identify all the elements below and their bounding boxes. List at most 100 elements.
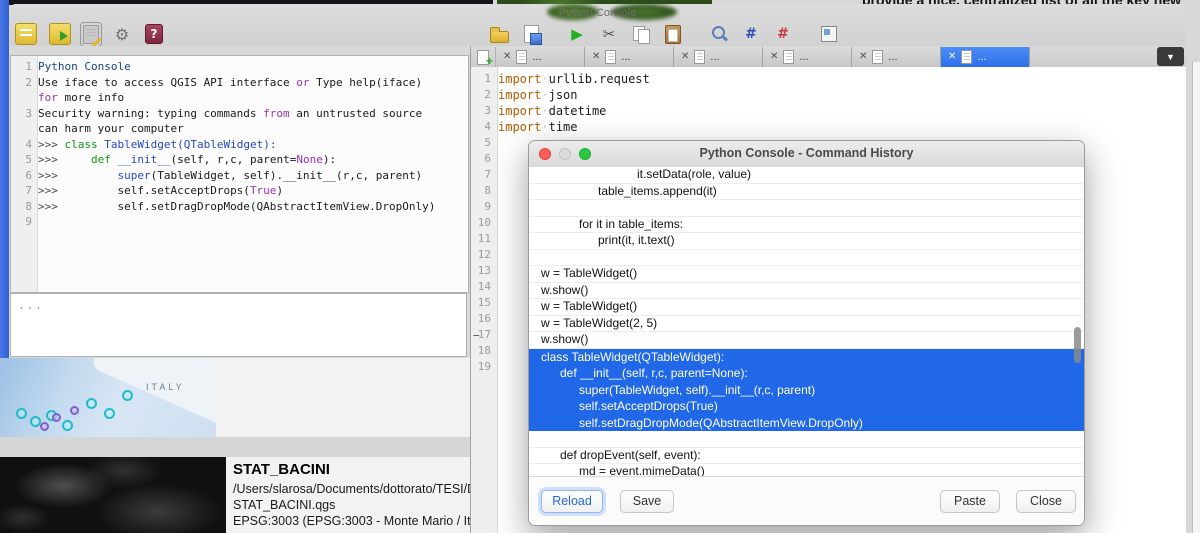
editor-tab[interactable]: ✕...	[585, 47, 674, 67]
history-row[interactable]: table_items.append(it)	[529, 184, 1084, 201]
show-editor-icon[interactable]	[83, 25, 99, 44]
code-line: 3Security warning: typing commands from …	[11, 106, 468, 122]
line-number: 19	[471, 359, 498, 375]
tab-close-icon[interactable]: ✕	[592, 52, 600, 62]
run-script-icon[interactable]: ▶	[566, 23, 588, 45]
scrollbar-thumb[interactable]	[1074, 327, 1081, 363]
document-icon	[516, 50, 527, 64]
window-title: Python Console	[9, 7, 1186, 19]
history-row[interactable]: def __init__(self, r,c, parent=None):	[529, 365, 1084, 382]
tab-label: ...	[710, 51, 719, 63]
code-line: 1Python Console	[11, 59, 468, 75]
tab-overflow-button[interactable]: ▼	[1157, 47, 1184, 66]
history-row[interactable]: super(TableWidget, self).__init__(r,c, p…	[529, 382, 1084, 399]
editor-toolbar: ▶ ✂ # #	[488, 21, 840, 47]
history-row[interactable]: it.setData(role, value)	[529, 167, 1084, 184]
fold-marker[interactable]: −	[473, 329, 480, 342]
console-output-lines: 1Python Console2Use iface to access QGIS…	[11, 59, 468, 230]
tab-label: ...	[799, 51, 808, 63]
code-line: 4>>> class TableWidget(QTableWidget):	[11, 137, 468, 153]
comment-icon[interactable]: #	[740, 23, 762, 45]
line-number: 16	[471, 311, 498, 327]
plus-icon: +	[486, 56, 493, 66]
code-text: import·urllib.request	[498, 71, 650, 87]
history-row[interactable]: w = TableWidget()	[529, 299, 1084, 316]
open-script-icon[interactable]	[488, 23, 510, 45]
tab-close-icon[interactable]: ✕	[681, 52, 689, 62]
command-history-dialog: Python Console - Command History it.setD…	[528, 140, 1085, 526]
map-marker	[16, 408, 27, 419]
history-row[interactable]: w.show()	[529, 283, 1084, 300]
new-tab-button[interactable]: +	[471, 47, 496, 67]
close-button[interactable]: Close	[1016, 490, 1076, 513]
tab-close-icon[interactable]: ✕	[859, 52, 867, 62]
screen: provide a nice, centralized list of all …	[0, 0, 1200, 533]
history-row[interactable]: w.show()	[529, 332, 1084, 349]
reload-button[interactable]: Reload	[541, 490, 603, 513]
map-marker	[40, 422, 49, 431]
line-number: 11	[471, 231, 498, 247]
history-row[interactable]: self.setAcceptDrops(True)	[529, 398, 1084, 415]
tab-label: ...	[621, 51, 630, 63]
project-thumbnail[interactable]	[0, 457, 226, 533]
history-row[interactable]: self.setDragDropMode(QAbstractItemView.D…	[529, 415, 1084, 432]
python-console-panel: 1Python Console2Use iface to access QGIS…	[9, 46, 470, 358]
options-icon[interactable]: ⚙	[111, 23, 133, 45]
python-console-window-titlebar[interactable]: Python Console ⚙? ▶ ✂ # #	[9, 4, 1186, 47]
help-icon[interactable]: ?	[145, 24, 163, 44]
editor-tab[interactable]: ✕...	[496, 47, 585, 67]
document-icon	[694, 50, 705, 64]
code-text: can harm your computer	[38, 121, 184, 137]
document-icon	[961, 50, 972, 64]
run-command-icon[interactable]	[49, 23, 71, 45]
editor-tab-bar: + ✕...✕...✕...✕...✕...✕... ▼	[471, 46, 1186, 68]
map-canvas[interactable]: ITALY	[0, 358, 216, 437]
history-row[interactable]	[529, 200, 1084, 217]
object-inspector-icon[interactable]	[818, 23, 840, 45]
tab-close-icon[interactable]: ✕	[770, 52, 778, 62]
editor-tab[interactable]: ✕...	[674, 47, 763, 67]
history-row[interactable]: def dropEvent(self, event):	[529, 448, 1084, 465]
tab-close-icon[interactable]: ✕	[503, 52, 511, 62]
console-output[interactable]: 1Python Console2Use iface to access QGIS…	[10, 55, 469, 293]
code-line: for more info	[11, 90, 468, 106]
console-input[interactable]: ...	[10, 293, 467, 357]
code-line: 6>>> super(TableWidget, self).__init__(r…	[11, 168, 468, 184]
code-text: >>> super(TableWidget, self).__init__(r,…	[38, 168, 422, 184]
find-icon[interactable]	[708, 23, 730, 45]
paste-icon[interactable]	[662, 23, 684, 45]
line-number: 3	[471, 103, 498, 119]
line-number: 5	[471, 135, 498, 151]
copy-icon[interactable]	[630, 23, 652, 45]
uncomment-icon[interactable]: #	[772, 23, 794, 45]
history-row[interactable]: w = TableWidget()	[529, 266, 1084, 283]
editor-tab[interactable]: ✕...	[941, 47, 1030, 67]
history-row[interactable]	[529, 250, 1084, 267]
document-icon	[783, 50, 794, 64]
editor-tab[interactable]: ✕...	[852, 47, 941, 67]
history-row[interactable]: for it in table_items:	[529, 217, 1084, 234]
dialog-button-bar: Reload Save Paste Close	[529, 476, 1084, 525]
history-row[interactable]: print(it, it.text()	[529, 233, 1084, 250]
line-number: 7	[471, 167, 498, 183]
history-row[interactable]: w = TableWidget(2, 5)	[529, 316, 1084, 333]
paste-button[interactable]: Paste	[940, 490, 1000, 513]
code-text: >>> def __init__(self, r,c, parent=None)…	[38, 152, 336, 168]
dialog-titlebar[interactable]: Python Console - Command History	[529, 141, 1084, 168]
tab-close-icon[interactable]: ✕	[948, 52, 956, 62]
code-line: 9	[11, 214, 468, 230]
code-line: 8>>> self.setDragDropMode(QAbstractItemV…	[11, 199, 468, 215]
command-history-list[interactable]: it.setData(role, value)table_items.appen…	[529, 167, 1084, 477]
code-text: Use iface to access QGIS API interface o…	[38, 75, 422, 91]
line-number: 14	[471, 279, 498, 295]
save-button[interactable]: Save	[620, 490, 674, 513]
cut-icon[interactable]: ✂	[598, 23, 620, 45]
history-row[interactable]: class TableWidget(QTableWidget):	[529, 349, 1084, 366]
clear-console-icon[interactable]	[15, 23, 37, 45]
editor-tab[interactable]: ✕...	[763, 47, 852, 67]
save-script-icon[interactable]	[520, 23, 542, 45]
history-row[interactable]	[529, 431, 1084, 448]
dialog-title: Python Console - Command History	[529, 146, 1084, 160]
line-number: 3	[11, 106, 38, 122]
line-number: 10	[471, 215, 498, 231]
